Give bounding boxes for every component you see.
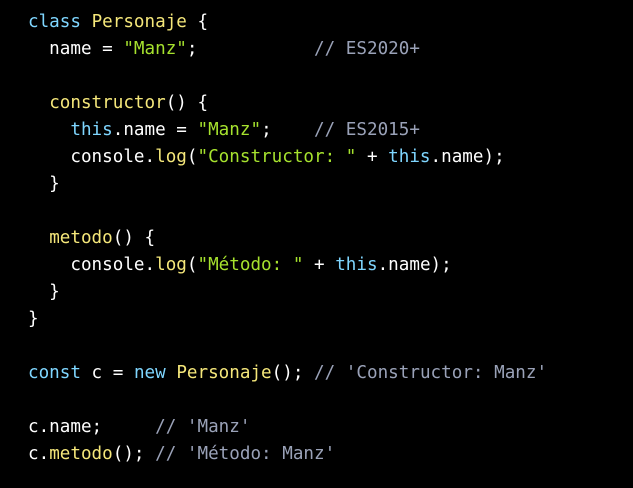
- code-token-plain: (: [186, 147, 198, 167]
- code-token-kw: this: [388, 147, 431, 167]
- code-token-plain: c.name;: [28, 417, 156, 437]
- code-line: }: [28, 306, 633, 333]
- code-token-plain: }: [28, 282, 60, 302]
- code-token-plain: c.: [28, 444, 50, 464]
- code-token-cm: // 'Método: Manz': [155, 444, 336, 464]
- code-token-cm: // 'Constructor: Manz': [314, 363, 548, 383]
- code-token-fn: log: [155, 255, 187, 275]
- code-line: c.name; // 'Manz': [28, 414, 633, 441]
- code-editor: class Personaje { name = "Manz"; // ES20…: [0, 0, 633, 488]
- code-token-fn: constructor: [49, 93, 166, 113]
- code-token-plain: ;: [261, 120, 315, 140]
- code-line: name = "Manz"; // ES2020+: [28, 36, 633, 63]
- code-line: c.metodo(); // 'Método: Manz': [28, 441, 633, 468]
- code-token-cls: Personaje: [91, 12, 187, 32]
- code-line: }: [28, 171, 633, 198]
- code-token-fn: metodo: [49, 228, 113, 248]
- code-token-kw: const: [28, 363, 81, 383]
- code-token-kw: class: [28, 12, 81, 32]
- code-token-kw: this: [70, 120, 113, 140]
- code-token-plain: ();: [112, 444, 156, 464]
- code-token-plain: .name);: [377, 255, 452, 275]
- code-token-fn: metodo: [49, 444, 113, 464]
- code-line: console.log("Método: " + this.name);: [28, 252, 633, 279]
- code-token-plain: () {: [112, 228, 156, 248]
- code-line: constructor() {: [28, 90, 633, 117]
- code-token-plain: console.: [28, 255, 156, 275]
- code-line: const c = new Personaje(); // 'Construct…: [28, 360, 633, 387]
- code-token-plain: +: [356, 147, 389, 167]
- code-token-str: "Manz": [123, 39, 187, 59]
- code-token-str: "Método: ": [197, 255, 304, 275]
- code-token-cm: // ES2015+: [314, 120, 420, 140]
- code-token-kw: new: [133, 363, 166, 383]
- code-token-plain: }: [28, 309, 39, 329]
- code-token-cls: Personaje: [176, 363, 272, 383]
- code-line: }: [28, 279, 633, 306]
- code-token-cm: // ES2020+: [314, 39, 420, 59]
- code-token-plain: name =: [28, 39, 124, 59]
- code-line: metodo() {: [28, 225, 633, 252]
- code-token-plain: () {: [165, 93, 209, 113]
- code-token-cm: // 'Manz': [155, 417, 251, 437]
- code-token-plain: console.: [28, 147, 156, 167]
- code-token-kw: this: [335, 255, 378, 275]
- code-token-plain: .name =: [112, 120, 198, 140]
- code-token-str: "Manz": [197, 120, 262, 140]
- code-token-plain: (: [186, 255, 198, 275]
- code-line: console.log("Constructor: " + this.name)…: [28, 144, 633, 171]
- code-token-plain: c =: [80, 363, 134, 383]
- code-token-plain: }: [28, 174, 60, 194]
- code-line: this.name = "Manz"; // ES2015+: [28, 117, 633, 144]
- code-token-plain: {: [186, 12, 209, 32]
- code-token-plain: .name);: [430, 147, 505, 167]
- code-token-plain: +: [303, 255, 336, 275]
- code-token-str: "Constructor: ": [197, 147, 357, 167]
- code-block: class Personaje { name = "Manz"; // ES20…: [28, 9, 633, 468]
- code-token-fn: log: [155, 147, 187, 167]
- code-line: class Personaje {: [28, 9, 633, 36]
- code-token-plain: ();: [271, 363, 315, 383]
- code-token-plain: ;: [186, 39, 315, 59]
